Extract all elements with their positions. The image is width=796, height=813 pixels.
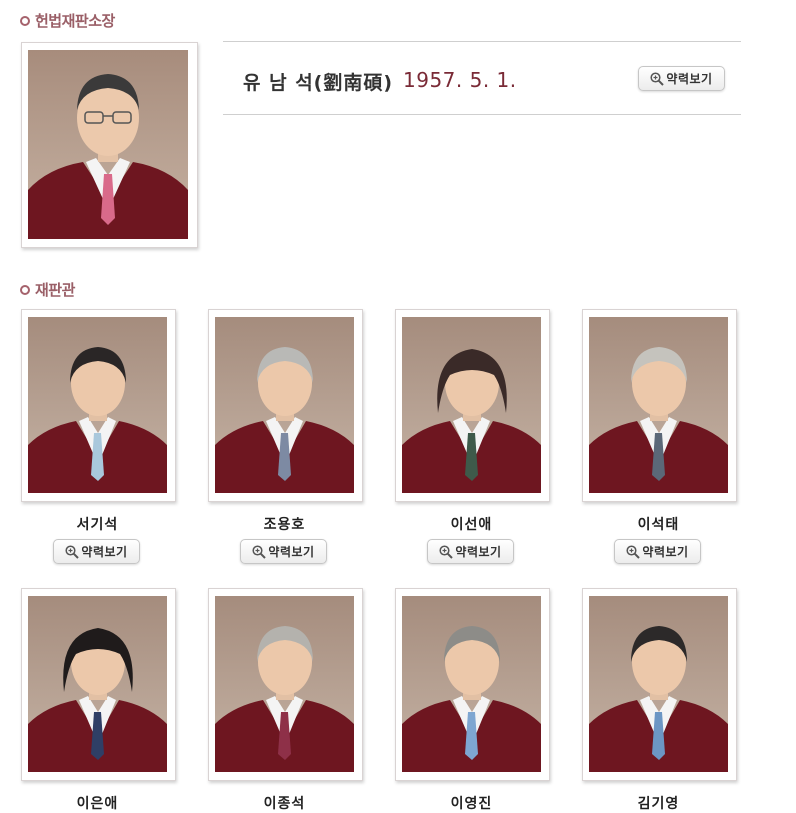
justice-photo	[402, 596, 541, 772]
section-title-chief-label: 헌법재판소장	[35, 12, 115, 30]
justice-profile-button[interactable]: 약력보기	[53, 539, 140, 564]
justice-profile-button-label: 약력보기	[642, 545, 689, 559]
justice-photo-frame	[582, 309, 737, 502]
justice-photo-frame	[208, 588, 363, 781]
justice-profile-button-label: 약력보기	[455, 545, 502, 559]
justice-photo-frame	[395, 588, 550, 781]
section-title-justices: 재판관	[20, 279, 75, 300]
justice-name: 이석태	[637, 517, 680, 533]
chief-profile-button-label: 약력보기	[666, 72, 713, 86]
justice-profile-button[interactable]: 약력보기	[614, 539, 701, 564]
justice-name: 서기석	[76, 517, 119, 533]
justice-photo	[28, 317, 167, 493]
justice-name: 김기영	[637, 796, 680, 812]
justice-photo	[589, 317, 728, 493]
justice-photo-frame	[21, 588, 176, 781]
chief-divider-top	[223, 41, 741, 42]
justice-profile-button[interactable]: 약력보기	[240, 539, 327, 564]
bullet-icon	[20, 284, 30, 295]
chief-name: 유 남 석(劉南碩)	[243, 72, 394, 94]
justice-photo	[215, 596, 354, 772]
justice-photo-frame	[395, 309, 550, 502]
chief-photo-frame	[21, 42, 198, 248]
section-title-justices-label: 재판관	[35, 281, 75, 299]
justice-name: 이은애	[76, 796, 119, 812]
justice-name: 이영진	[450, 796, 493, 812]
justice-name: 이선애	[450, 517, 493, 533]
section-title-chief: 헌법재판소장	[20, 10, 115, 31]
justice-photo	[589, 596, 728, 772]
justice-profile-button-label: 약력보기	[81, 545, 128, 559]
chief-profile-button[interactable]: 약력보기	[638, 66, 725, 91]
justice-photo	[215, 317, 354, 493]
justice-photo-frame	[582, 588, 737, 781]
chief-divider-bottom	[223, 114, 741, 115]
chief-photo	[28, 50, 188, 239]
justice-photo-frame	[208, 309, 363, 502]
zoom-in-icon	[650, 71, 665, 86]
chief-birth-date: 1957. 5. 1.	[403, 68, 517, 92]
zoom-in-icon	[65, 544, 80, 559]
justice-name: 이종석	[263, 796, 306, 812]
zoom-in-icon	[252, 544, 267, 559]
bullet-icon	[20, 15, 30, 26]
justice-profile-button[interactable]: 약력보기	[427, 539, 514, 564]
justice-photo	[402, 317, 541, 493]
justice-photo-frame	[21, 309, 176, 502]
justice-photo	[28, 596, 167, 772]
justice-name: 조용호	[263, 517, 306, 533]
justice-profile-button-label: 약력보기	[268, 545, 315, 559]
zoom-in-icon	[439, 544, 454, 559]
zoom-in-icon	[626, 544, 641, 559]
